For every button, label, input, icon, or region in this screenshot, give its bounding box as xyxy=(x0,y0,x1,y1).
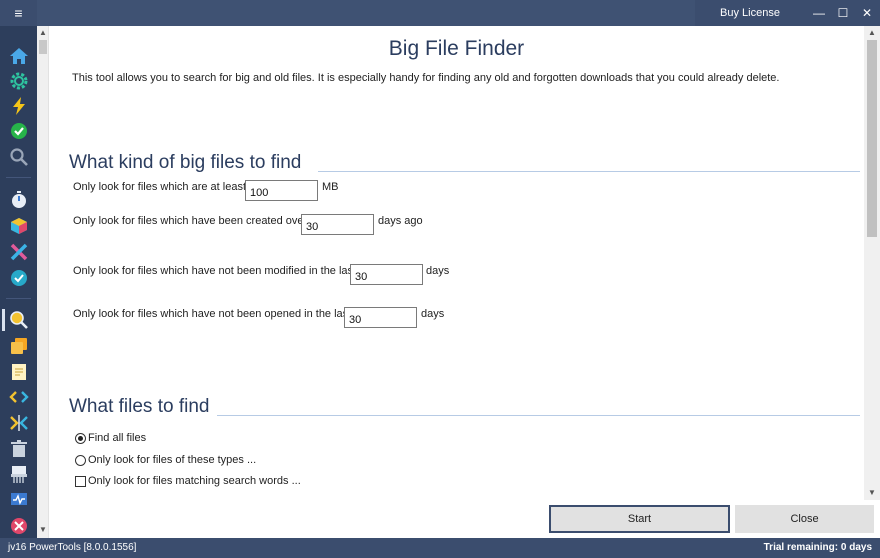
created-over-input[interactable] xyxy=(301,214,374,235)
trial-remaining-label: Trial remaining: 0 days xyxy=(763,542,872,553)
app-window: ≡ Buy License — ☐ ✕ ▲ ▼ Big File Finder … xyxy=(0,0,880,558)
search-words-checkbox[interactable] xyxy=(75,476,86,487)
uninstall-icon[interactable] xyxy=(9,516,29,536)
search-icon[interactable] xyxy=(9,147,29,167)
button-bar: Start Close xyxy=(49,500,880,538)
start-button[interactable]: Start xyxy=(549,505,730,533)
not-opened-unit: days xyxy=(421,308,445,320)
checkmark-icon[interactable] xyxy=(9,121,29,141)
page-title: Big File Finder xyxy=(388,37,525,60)
stopwatch-icon[interactable] xyxy=(9,190,29,210)
section-divider xyxy=(318,171,860,172)
created-over-unit: days ago xyxy=(378,215,423,227)
gear-icon[interactable] xyxy=(9,71,29,91)
find-all-files-radio[interactable] xyxy=(75,433,86,444)
search-words-label[interactable]: Only look for files matching search word… xyxy=(88,475,301,487)
not-modified-label: Only look for files which have not been … xyxy=(73,265,357,277)
shredder-icon[interactable] xyxy=(9,464,29,484)
created-over-label: Only look for files which have been crea… xyxy=(73,215,308,227)
duplicate-files-icon[interactable] xyxy=(9,336,29,356)
lightning-icon[interactable] xyxy=(9,96,29,116)
scroll-thumb[interactable] xyxy=(867,40,877,237)
zoom-file-icon[interactable] xyxy=(9,310,29,330)
close-window-icon[interactable]: ✕ xyxy=(854,0,880,26)
min-size-input[interactable] xyxy=(245,180,318,201)
not-modified-unit: days xyxy=(426,265,450,277)
close-button[interactable]: Close xyxy=(735,505,874,533)
x-tools-icon[interactable] xyxy=(9,242,29,262)
minimize-icon[interactable]: — xyxy=(806,0,832,26)
right-scrollbar[interactable]: ▲ ▼ xyxy=(864,26,880,500)
code-icon[interactable] xyxy=(9,387,29,407)
section-heading-files: What files to find xyxy=(69,396,210,417)
min-size-label: Only look for files which are at least: xyxy=(73,181,250,193)
main-content: Big File Finder This tool allows you to … xyxy=(49,26,864,500)
hamburger-menu-icon[interactable]: ≡ xyxy=(0,0,37,26)
page-description: This tool allows you to search for big a… xyxy=(72,72,780,84)
not-opened-input[interactable] xyxy=(344,307,417,328)
home-icon[interactable] xyxy=(9,46,29,66)
active-indicator xyxy=(2,309,5,331)
nav-separator xyxy=(6,177,31,178)
section-heading-size: What kind of big files to find xyxy=(69,152,302,173)
file-types-radio[interactable] xyxy=(75,455,86,466)
trash-icon[interactable] xyxy=(9,439,29,459)
refresh-check-icon[interactable] xyxy=(9,268,29,288)
monitor-icon[interactable] xyxy=(9,490,29,510)
left-nav xyxy=(0,26,37,538)
cube-icon[interactable] xyxy=(9,216,29,236)
buy-license-button[interactable]: Buy License xyxy=(696,0,804,26)
not-opened-label: Only look for files which have not been … xyxy=(73,308,352,320)
nav-separator xyxy=(6,298,31,299)
left-scrollbar[interactable]: ▲ ▼ xyxy=(37,26,49,538)
version-label: jv16 PowerTools [8.0.0.1556] xyxy=(8,542,137,553)
file-types-label[interactable]: Only look for files of these types ... xyxy=(88,454,256,466)
scroll-thumb[interactable] xyxy=(39,40,47,54)
section-divider xyxy=(217,415,860,416)
maximize-icon[interactable]: ☐ xyxy=(830,0,856,26)
scroll-down-icon[interactable]: ▼ xyxy=(37,524,49,536)
title-strip xyxy=(37,0,695,26)
scroll-up-icon[interactable]: ▲ xyxy=(37,27,49,39)
find-all-files-label[interactable]: Find all files xyxy=(88,432,146,444)
title-bar: ≡ Buy License — ☐ ✕ xyxy=(0,0,880,26)
scroll-up-icon[interactable]: ▲ xyxy=(864,26,880,40)
min-size-unit: MB xyxy=(322,181,339,193)
not-modified-input[interactable] xyxy=(350,264,423,285)
split-icon[interactable] xyxy=(9,413,29,433)
notepad-icon[interactable] xyxy=(9,362,29,382)
status-bar: jv16 PowerTools [8.0.0.1556] Trial remai… xyxy=(0,538,880,558)
scroll-down-icon[interactable]: ▼ xyxy=(864,486,880,500)
